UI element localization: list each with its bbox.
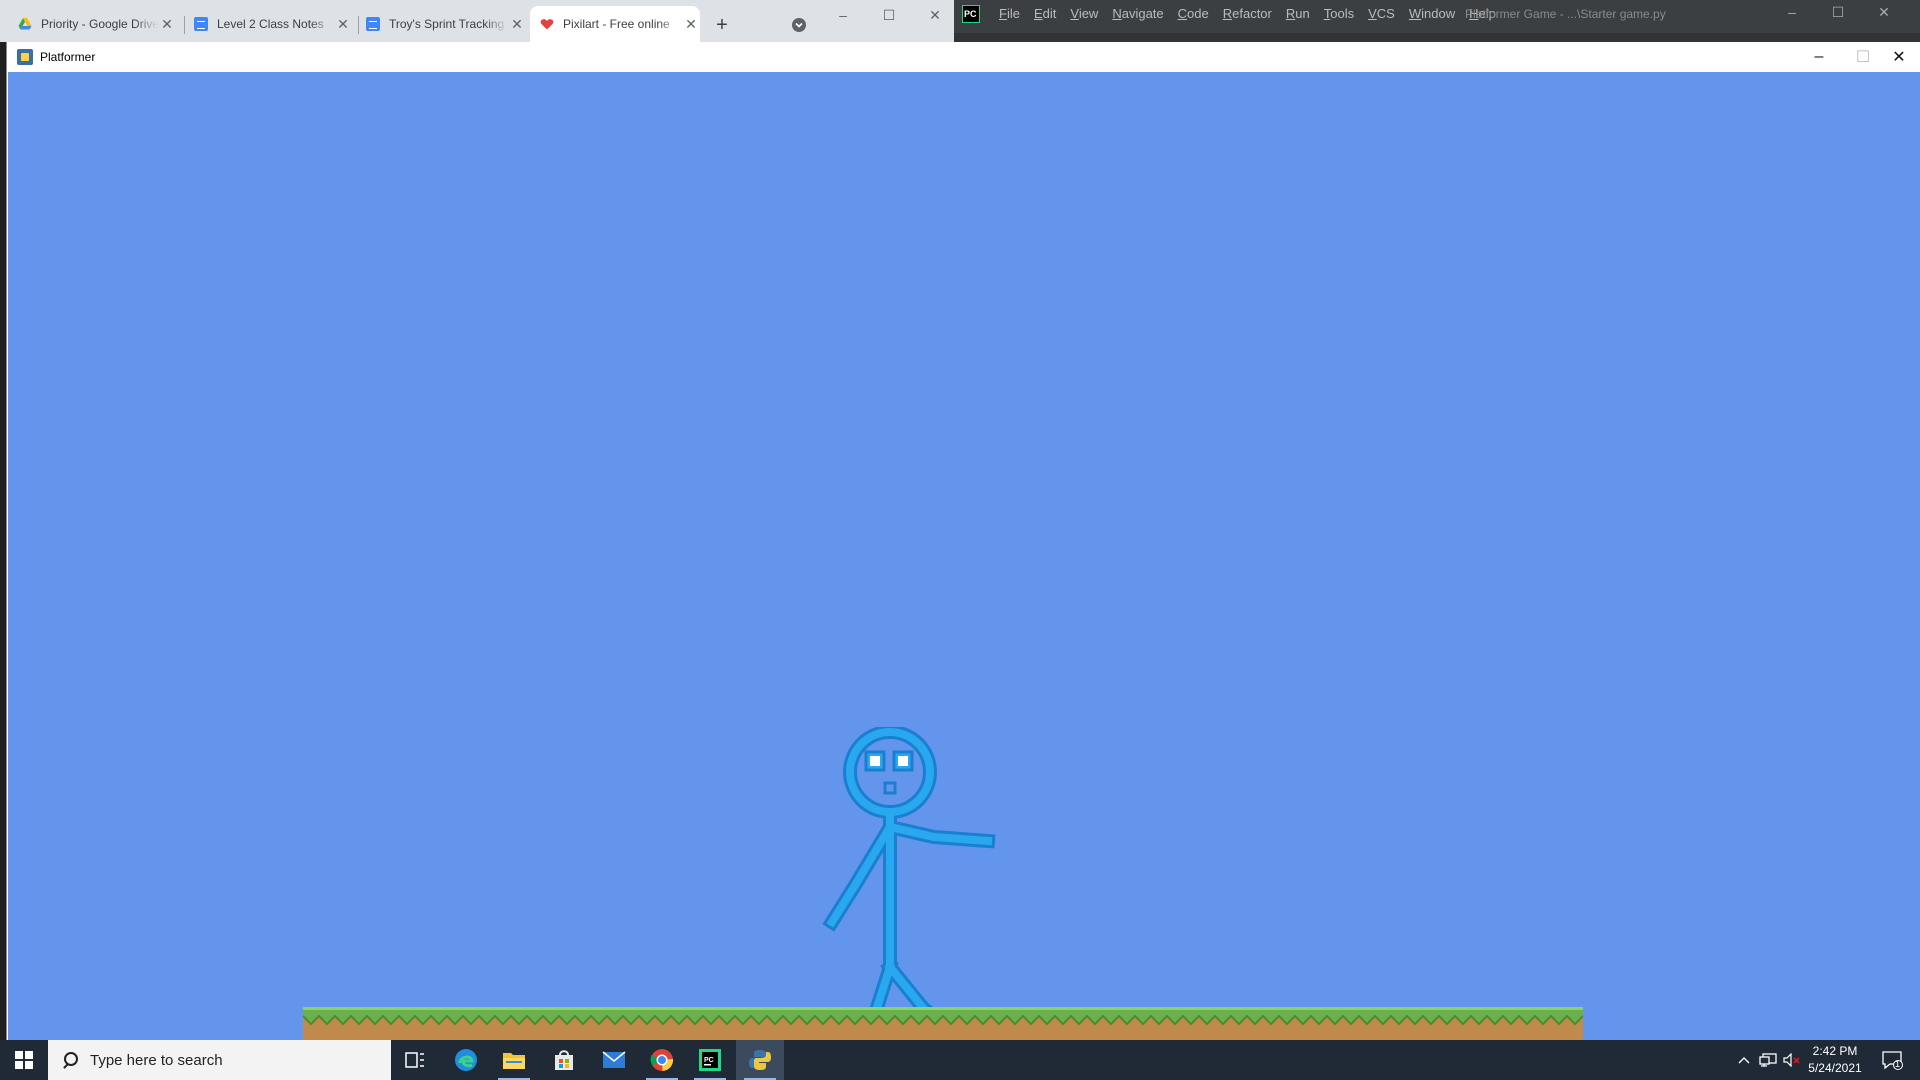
taskbar-search[interactable]: Type here to search [48,1040,391,1080]
ground-platform [303,1007,1583,1040]
pixilart-heart-icon [540,19,554,30]
search-icon [62,1052,78,1068]
new-tab-button[interactable]: + [708,12,736,40]
tab-title: Pixilart - Free online [563,17,670,31]
browser-tab[interactable]: Priority - Google Drive ✕ [18,6,176,42]
browser-minimize-icon[interactable]: – [820,0,866,30]
pycharm-minimize-icon[interactable]: – [1772,4,1812,20]
window-title: Platformer [40,50,96,64]
browser-close-icon[interactable]: ✕ [912,0,958,30]
pycharm-maximize-icon[interactable]: ☐ [1818,4,1858,21]
menu-window[interactable]: Window [1402,6,1462,21]
menu-tools[interactable]: Tools [1317,6,1361,21]
browser-tab-active[interactable]: Pixilart - Free online ✕ [530,6,700,42]
browser-tab[interactable]: Troy's Sprint Tracking ✕ [366,6,526,42]
tab-search-icon[interactable] [792,18,806,32]
pycharm-toolbar [954,33,1920,42]
game-canvas[interactable] [8,72,1920,1040]
clock-time: 2:42 PM [1812,1044,1858,1058]
file-explorer-icon[interactable] [490,1040,538,1080]
tab-title: Priority - Google Drive [41,17,158,31]
edge-icon[interactable] [442,1040,490,1080]
tab-divider [358,16,359,34]
minimize-icon[interactable]: – [1797,42,1841,72]
pycharm-logo-icon: PC [962,5,980,23]
menu-code[interactable]: Code [1171,6,1216,21]
menu-edit[interactable]: Edit [1027,6,1063,21]
menu-vcs[interactable]: VCS [1361,6,1402,21]
mail-icon[interactable] [590,1040,638,1080]
menu-view[interactable]: View [1063,6,1105,21]
tab-title: Troy's Sprint Tracking [389,17,505,31]
google-docs-icon [194,17,208,31]
task-view-icon[interactable] [391,1040,439,1080]
platformer-window: Platformer – ☐ ✕ [6,42,1920,1040]
chrome-icon[interactable] [638,1040,686,1080]
search-placeholder: Type here to search [90,1051,223,1069]
tab-divider [184,16,185,34]
system-clock[interactable]: 2:42 PM 5/24/2021 [1800,1043,1870,1077]
player-character [822,727,996,1040]
start-button[interactable] [0,1040,48,1080]
google-drive-icon [18,18,32,30]
tab-close-icon[interactable]: ✕ [158,16,176,33]
tab-close-icon[interactable]: ✕ [508,16,526,33]
show-hidden-icons-chevron-icon[interactable] [1734,1040,1754,1080]
menu-refactor[interactable]: Refactor [1216,6,1279,21]
network-icon[interactable] [1756,1040,1780,1080]
pycharm-title: Platformer Game - ...\Starter game.py [1465,7,1666,21]
clock-date: 5/24/2021 [1808,1061,1862,1075]
menu-run[interactable]: Run [1279,6,1317,21]
menu-navigate[interactable]: Navigate [1105,6,1170,21]
tab-close-icon[interactable]: ✕ [682,16,700,33]
menu-file[interactable]: File [992,6,1027,21]
close-icon[interactable]: ✕ [1877,42,1920,72]
pycharm-window: PC File Edit View Navigate Code Refactor… [954,0,1920,42]
platformer-titlebar[interactable]: Platformer – ☐ ✕ [7,42,1920,72]
tab-title: Level 2 Class Notes [217,17,324,31]
google-docs-icon [366,17,380,31]
pycharm-menu-bar: File Edit View Navigate Code Refactor Ru… [992,6,1503,21]
pycharm-icon[interactable]: PC [686,1040,734,1080]
pycharm-close-icon[interactable]: ✕ [1864,4,1904,21]
python-app-icon [17,49,33,65]
notification-center-icon[interactable]: 1 [1872,1040,1912,1080]
browser-window: Priority - Google Drive ✕ Level 2 Class … [0,0,954,42]
svg-text:PC: PC [704,1057,714,1064]
python-icon[interactable] [736,1040,784,1080]
notification-count: 1 [1895,1059,1901,1069]
store-icon[interactable] [540,1040,588,1080]
taskbar: Type here to search PC 2:42 PM 5/24/2021… [0,1040,1920,1080]
browser-tab[interactable]: Level 2 Class Notes ✕ [194,6,352,42]
windows-logo-icon [15,1051,33,1069]
browser-maximize-icon[interactable]: ☐ [866,0,912,30]
tab-close-icon[interactable]: ✕ [334,16,352,33]
